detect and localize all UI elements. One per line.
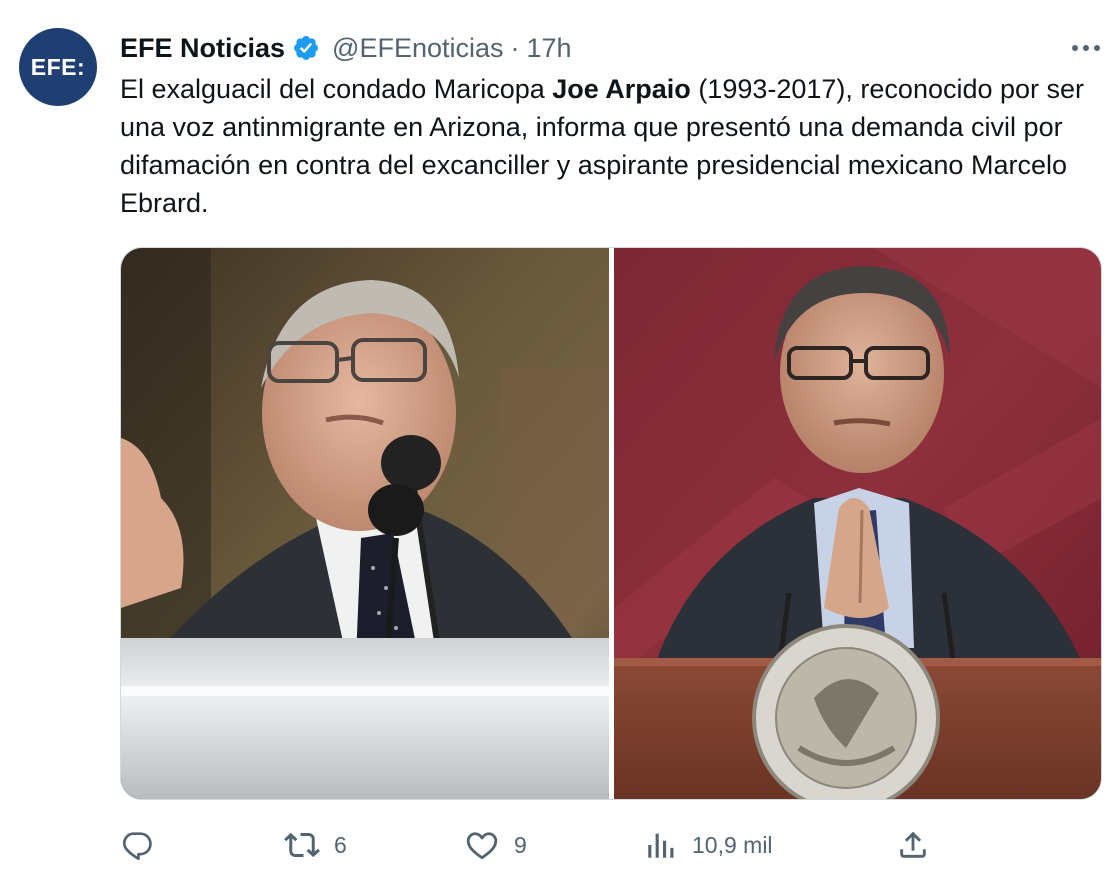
- views-chart-icon: [648, 833, 674, 858]
- more-options-button[interactable]: [1066, 28, 1106, 68]
- photo-arpaio[interactable]: [121, 248, 609, 799]
- author-display-name[interactable]: EFE Noticias: [120, 33, 285, 64]
- like-button[interactable]: 9: [464, 818, 527, 872]
- share-icon: [900, 831, 926, 858]
- like-count: 9: [514, 831, 527, 858]
- tweet-card[interactable]: EFE: EFE Noticias @EFEnoticias · 17h El …: [0, 0, 1120, 879]
- photo-ebrard-image: [613, 248, 1101, 799]
- retweet-button[interactable]: 6: [284, 818, 347, 872]
- tweet-actions: 6 9 10,9 mil: [120, 818, 1102, 872]
- avatar[interactable]: EFE:: [19, 28, 97, 106]
- more-dots-icon: [1072, 45, 1100, 51]
- tweet-text: El exalguacil del condado Maricopa Joe A…: [120, 70, 1090, 222]
- tweet-text-bold-name: Joe Arpaio: [552, 74, 691, 104]
- tweet-text-part-1: El exalguacil del condado Maricopa: [120, 74, 553, 104]
- photo-ebrard[interactable]: [613, 248, 1101, 799]
- header-separator: ·: [510, 32, 520, 63]
- reply-icon: [122, 832, 152, 861]
- heart-icon: [466, 832, 498, 860]
- retweet-count: 6: [334, 831, 347, 858]
- views-button[interactable]: 10,9 mil: [644, 818, 773, 872]
- share-button[interactable]: [896, 818, 930, 872]
- avatar-logo-text: EFE:: [30, 53, 86, 80]
- tweet-header: EFE Noticias @EFEnoticias · 17h: [120, 28, 572, 68]
- verified-badge-icon: [294, 36, 319, 60]
- reply-button[interactable]: [120, 818, 154, 872]
- tweet-timestamp[interactable]: 17h: [527, 33, 572, 64]
- photo-arpaio-image: [121, 248, 609, 799]
- retweet-icon: [284, 832, 320, 858]
- tweet-media[interactable]: [120, 247, 1102, 800]
- views-count: 10,9 mil: [692, 831, 773, 858]
- author-handle[interactable]: @EFEnoticias: [332, 33, 503, 64]
